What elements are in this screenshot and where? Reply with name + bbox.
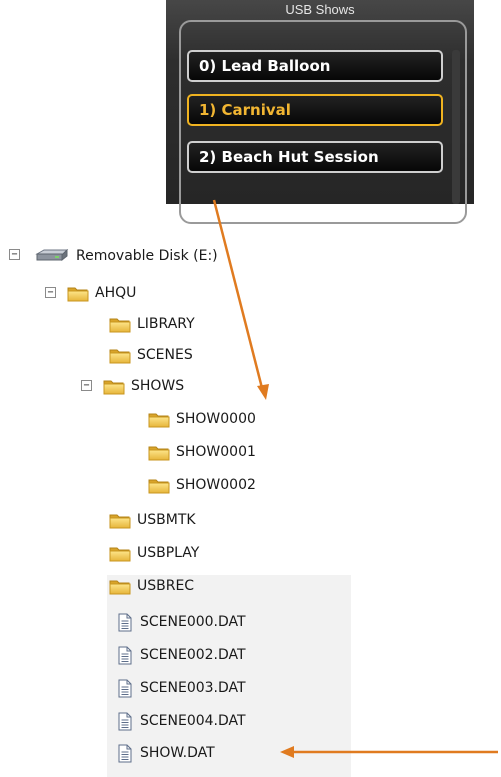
file-item-scene004[interactable]: SCENE004.DAT [118, 708, 246, 734]
tree-item-label: SCENES [137, 347, 193, 363]
folder-icon [148, 411, 170, 428]
file-item-show-dat[interactable]: SHOW.DAT [118, 740, 215, 766]
tree-item-usbmtk[interactable]: USBMTK [109, 507, 196, 533]
document-icon [118, 646, 132, 665]
arrow-line-shows [212, 199, 264, 389]
folder-icon [148, 444, 170, 461]
tree-item-show0002[interactable]: SHOW0002 [148, 472, 256, 498]
document-icon [118, 679, 132, 698]
folder-icon [109, 545, 131, 562]
tree-item-scenes[interactable]: SCENES [109, 342, 193, 368]
document-icon [118, 744, 132, 763]
file-item-label: SHOW.DAT [140, 745, 215, 761]
tree-item-label: SHOW0002 [176, 477, 256, 493]
tree-item-label: SHOW0001 [176, 444, 256, 460]
folder-icon [103, 378, 125, 395]
file-item-label: SCENE000.DAT [140, 614, 246, 630]
panel-title: USB Shows [285, 2, 355, 17]
collapse-toggle-drive[interactable]: − [9, 249, 20, 260]
folder-icon [109, 316, 131, 333]
tree-item-label: USBREC [137, 578, 195, 594]
tree-item-usbrec[interactable]: USBREC [109, 573, 194, 599]
tree-item-ahqu[interactable]: AHQU [67, 280, 136, 306]
folder-icon [109, 578, 131, 595]
file-item-scene003[interactable]: SCENE003.DAT [118, 675, 246, 701]
folder-icon [148, 477, 170, 494]
tree-item-label: SHOW0000 [176, 411, 256, 427]
show-button-carnival[interactable]: 1) Carnival [187, 94, 443, 126]
tree-item-removable-disk[interactable]: Removable Disk (E:) [34, 243, 218, 269]
tree-item-label: USBPLAY [137, 545, 200, 561]
panel-scrollbar[interactable] [452, 50, 460, 204]
tree-item-label: AHQU [95, 285, 137, 301]
show-button-lead-balloon[interactable]: 0) Lead Balloon [187, 50, 443, 82]
file-item-label: SCENE004.DAT [140, 713, 246, 729]
folder-icon [109, 512, 131, 529]
tree-item-label: SHOWS [131, 378, 185, 394]
tree-item-label: Removable Disk (E:) [76, 248, 218, 264]
drive-icon [34, 249, 70, 263]
folder-icon [67, 285, 89, 302]
document-icon [118, 712, 132, 731]
usb-shows-panel: USB Shows 0) Lead Balloon 1) Carnival 2)… [166, 0, 474, 224]
tree-item-show0001[interactable]: SHOW0001 [148, 439, 256, 465]
tree-item-label: USBMTK [137, 512, 196, 528]
file-item-scene000[interactable]: SCENE000.DAT [118, 609, 246, 635]
document-icon [118, 613, 132, 632]
tree-item-usbplay[interactable]: USBPLAY [109, 540, 199, 566]
collapse-toggle-shows[interactable]: − [81, 380, 92, 391]
tree-item-show0000[interactable]: SHOW0000 [148, 406, 256, 432]
file-item-label: SCENE003.DAT [140, 680, 246, 696]
collapse-toggle-ahqu[interactable]: − [45, 287, 56, 298]
show-button-beach-hut-session[interactable]: 2) Beach Hut Session [187, 141, 443, 173]
tree-item-shows[interactable]: SHOWS [103, 373, 184, 399]
file-item-label: SCENE002.DAT [140, 647, 246, 663]
tree-item-label: LIBRARY [137, 316, 195, 332]
file-item-scene002[interactable]: SCENE002.DAT [118, 642, 246, 668]
folder-icon [109, 347, 131, 364]
arrow-head-shows [257, 384, 269, 400]
tree-item-library[interactable]: LIBRARY [109, 311, 195, 337]
